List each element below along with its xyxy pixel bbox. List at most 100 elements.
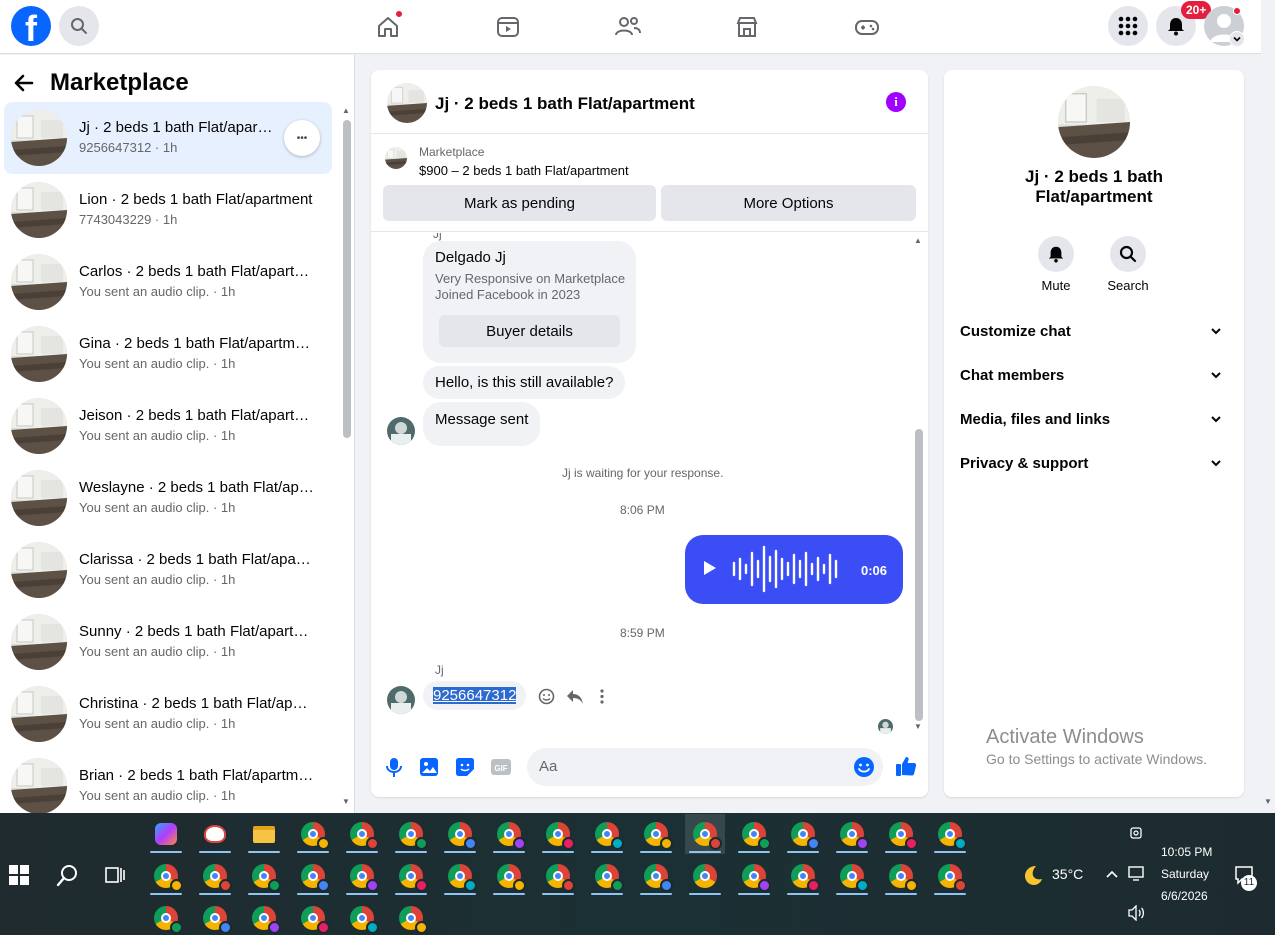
conversation-more-button[interactable]: ••• (284, 120, 320, 156)
chrome-profile-icon[interactable] (587, 856, 627, 896)
chrome-profile-icon[interactable] (783, 856, 823, 896)
nav-marketplace[interactable] (732, 12, 762, 42)
message-bubble[interactable]: Hello, is this still available? (423, 366, 626, 399)
chrome-profile-icon[interactable] (244, 898, 284, 935)
buyer-avatar[interactable] (387, 686, 415, 714)
details-section-media-files-and-links[interactable]: Media, files and links (960, 411, 1228, 428)
chrome-profile-icon[interactable] (146, 898, 186, 935)
chrome-profile-icon[interactable] (293, 856, 333, 896)
chrome-profile-icon[interactable] (587, 814, 627, 854)
chrome-profile-icon[interactable] (440, 814, 480, 854)
chrome-profile-icon[interactable] (881, 814, 921, 854)
thread-scrollbar[interactable] (915, 429, 923, 721)
paint-icon[interactable] (195, 814, 235, 854)
taskbar-search-icon[interactable] (56, 863, 80, 887)
chrome-profile-icon[interactable] (832, 814, 872, 854)
info-icon[interactable]: i (886, 92, 906, 112)
more-vertical-icon[interactable] (599, 688, 605, 705)
scroll-up-arrow[interactable]: ▲ (342, 106, 350, 115)
thread-scroll-down-arrow[interactable]: ▼ (914, 722, 922, 731)
menu-button[interactable] (1108, 6, 1148, 46)
conversation-item[interactable]: Jj · 2 beds 1 bath Flat/apartment 9256647… (4, 102, 332, 174)
sticker-icon[interactable] (454, 756, 476, 778)
chrome-profile-icon[interactable] (146, 856, 186, 896)
conversation-item[interactable]: Weslayne · 2 beds 1 bath Flat/apartment Y… (4, 462, 332, 534)
gif-icon[interactable]: GIF (490, 756, 512, 778)
weather-temperature[interactable]: 35°C (1052, 866, 1083, 882)
details-section-customize-chat[interactable]: Customize chat (960, 323, 1228, 340)
conversation-item[interactable]: Jeison · 2 beds 1 bath Flat/apartment You… (4, 390, 332, 462)
chrome-profile-icon[interactable] (391, 814, 431, 854)
chrome-profile-icon[interactable] (440, 856, 480, 896)
conversation-item[interactable]: Carlos · 2 beds 1 bath Flat/apartment You… (4, 246, 332, 318)
search-action[interactable]: Search (1098, 236, 1158, 293)
conversation-list-scrollbar[interactable] (343, 120, 351, 438)
audio-message-bubble[interactable]: 0:06 (685, 535, 903, 604)
back-arrow-icon[interactable] (12, 71, 36, 95)
nav-video[interactable] (493, 12, 523, 42)
account-menu-chevron[interactable] (1229, 31, 1245, 47)
facebook-logo[interactable]: f (11, 6, 51, 46)
chrome-profile-icon[interactable] (489, 814, 529, 854)
chrome-profile-icon[interactable] (342, 856, 382, 896)
nav-friends[interactable] (613, 12, 643, 42)
play-icon[interactable] (703, 560, 717, 576)
file-explorer-icon[interactable] (244, 814, 284, 854)
chat-profile-photo[interactable] (1058, 86, 1130, 158)
chrome-profile-icon[interactable] (636, 814, 676, 854)
listing-thumbnail[interactable] (385, 147, 407, 169)
mark-as-pending-button[interactable]: Mark as pending (383, 185, 656, 221)
conversation-item[interactable]: Gina · 2 beds 1 bath Flat/apartment You s… (4, 318, 332, 390)
clock-day[interactable]: Saturday (1161, 867, 1209, 881)
selected-phone-number[interactable]: 9256647312 (433, 687, 517, 704)
listing-price[interactable]: $900 – 2 beds 1 bath Flat/apartment (419, 163, 629, 178)
nav-gaming[interactable] (852, 12, 882, 42)
message-bubble[interactable]: Message sent (423, 402, 541, 446)
chrome-profile-icon[interactable] (538, 856, 578, 896)
details-section-privacy-support[interactable]: Privacy & support (960, 455, 1228, 472)
chrome-profile-icon[interactable] (489, 856, 529, 896)
chrome-profile-icon[interactable] (293, 814, 333, 854)
chrome-profile-icon[interactable] (734, 814, 774, 854)
chrome-profile-icon[interactable] (930, 856, 970, 896)
like-thumb-icon[interactable] (894, 754, 918, 778)
conversation-item[interactable]: Christina · 2 beds 1 bath Flat/apartment… (4, 678, 332, 750)
chat-avatar[interactable] (387, 83, 427, 123)
chrome-profile-icon[interactable] (881, 856, 921, 896)
conversation-item[interactable]: Brian · 2 beds 1 bath Flat/apartment You … (4, 750, 332, 813)
meet-now-icon[interactable] (1129, 825, 1145, 841)
search-button[interactable] (59, 6, 99, 46)
chrome-profile-icon[interactable] (293, 898, 333, 935)
reply-icon[interactable] (566, 688, 584, 705)
buyer-details-button[interactable]: Buyer details (439, 315, 620, 347)
emoji-icon[interactable] (853, 756, 875, 778)
conversation-item[interactable]: Clarissa · 2 beds 1 bath Flat/apartment Y… (4, 534, 332, 606)
chrome-icon[interactable] (685, 856, 725, 896)
chrome-profile-icon[interactable] (685, 814, 725, 854)
details-section-chat-members[interactable]: Chat members (960, 367, 1228, 384)
copilot-icon[interactable] (146, 814, 186, 854)
conversation-item[interactable]: Sunny · 2 beds 1 bath Flat/apartment You … (4, 606, 332, 678)
microphone-icon[interactable] (383, 756, 405, 778)
react-emoji-icon[interactable] (538, 688, 555, 705)
chat-title[interactable]: Jj · 2 beds 1 bath Flat/apartment (435, 94, 695, 114)
more-options-button[interactable]: More Options (661, 185, 916, 221)
chrome-profile-icon[interactable] (195, 898, 235, 935)
chrome-profile-icon[interactable] (391, 898, 431, 935)
clock-date[interactable]: 6/6/2026 (1161, 889, 1208, 903)
chrome-profile-icon[interactable] (783, 814, 823, 854)
phone-number-message[interactable]: 9256647312 (423, 681, 527, 710)
page-scroll-down-arrow[interactable]: ▼ (1264, 797, 1272, 806)
show-hidden-icons-chevron[interactable] (1106, 869, 1118, 879)
mute-action[interactable]: Mute (1026, 236, 1086, 293)
weather-widget[interactable] (1020, 863, 1044, 892)
thread-scroll-up-arrow[interactable]: ▲ (914, 236, 922, 245)
chrome-profile-icon[interactable] (832, 856, 872, 896)
network-icon[interactable] (1128, 865, 1146, 883)
chrome-profile-icon[interactable] (342, 898, 382, 935)
chrome-profile-icon[interactable] (391, 856, 431, 896)
chrome-profile-icon[interactable] (342, 814, 382, 854)
buyer-avatar[interactable] (387, 417, 415, 445)
message-input[interactable]: Aa (527, 748, 883, 786)
scroll-down-arrow[interactable]: ▼ (342, 797, 350, 806)
